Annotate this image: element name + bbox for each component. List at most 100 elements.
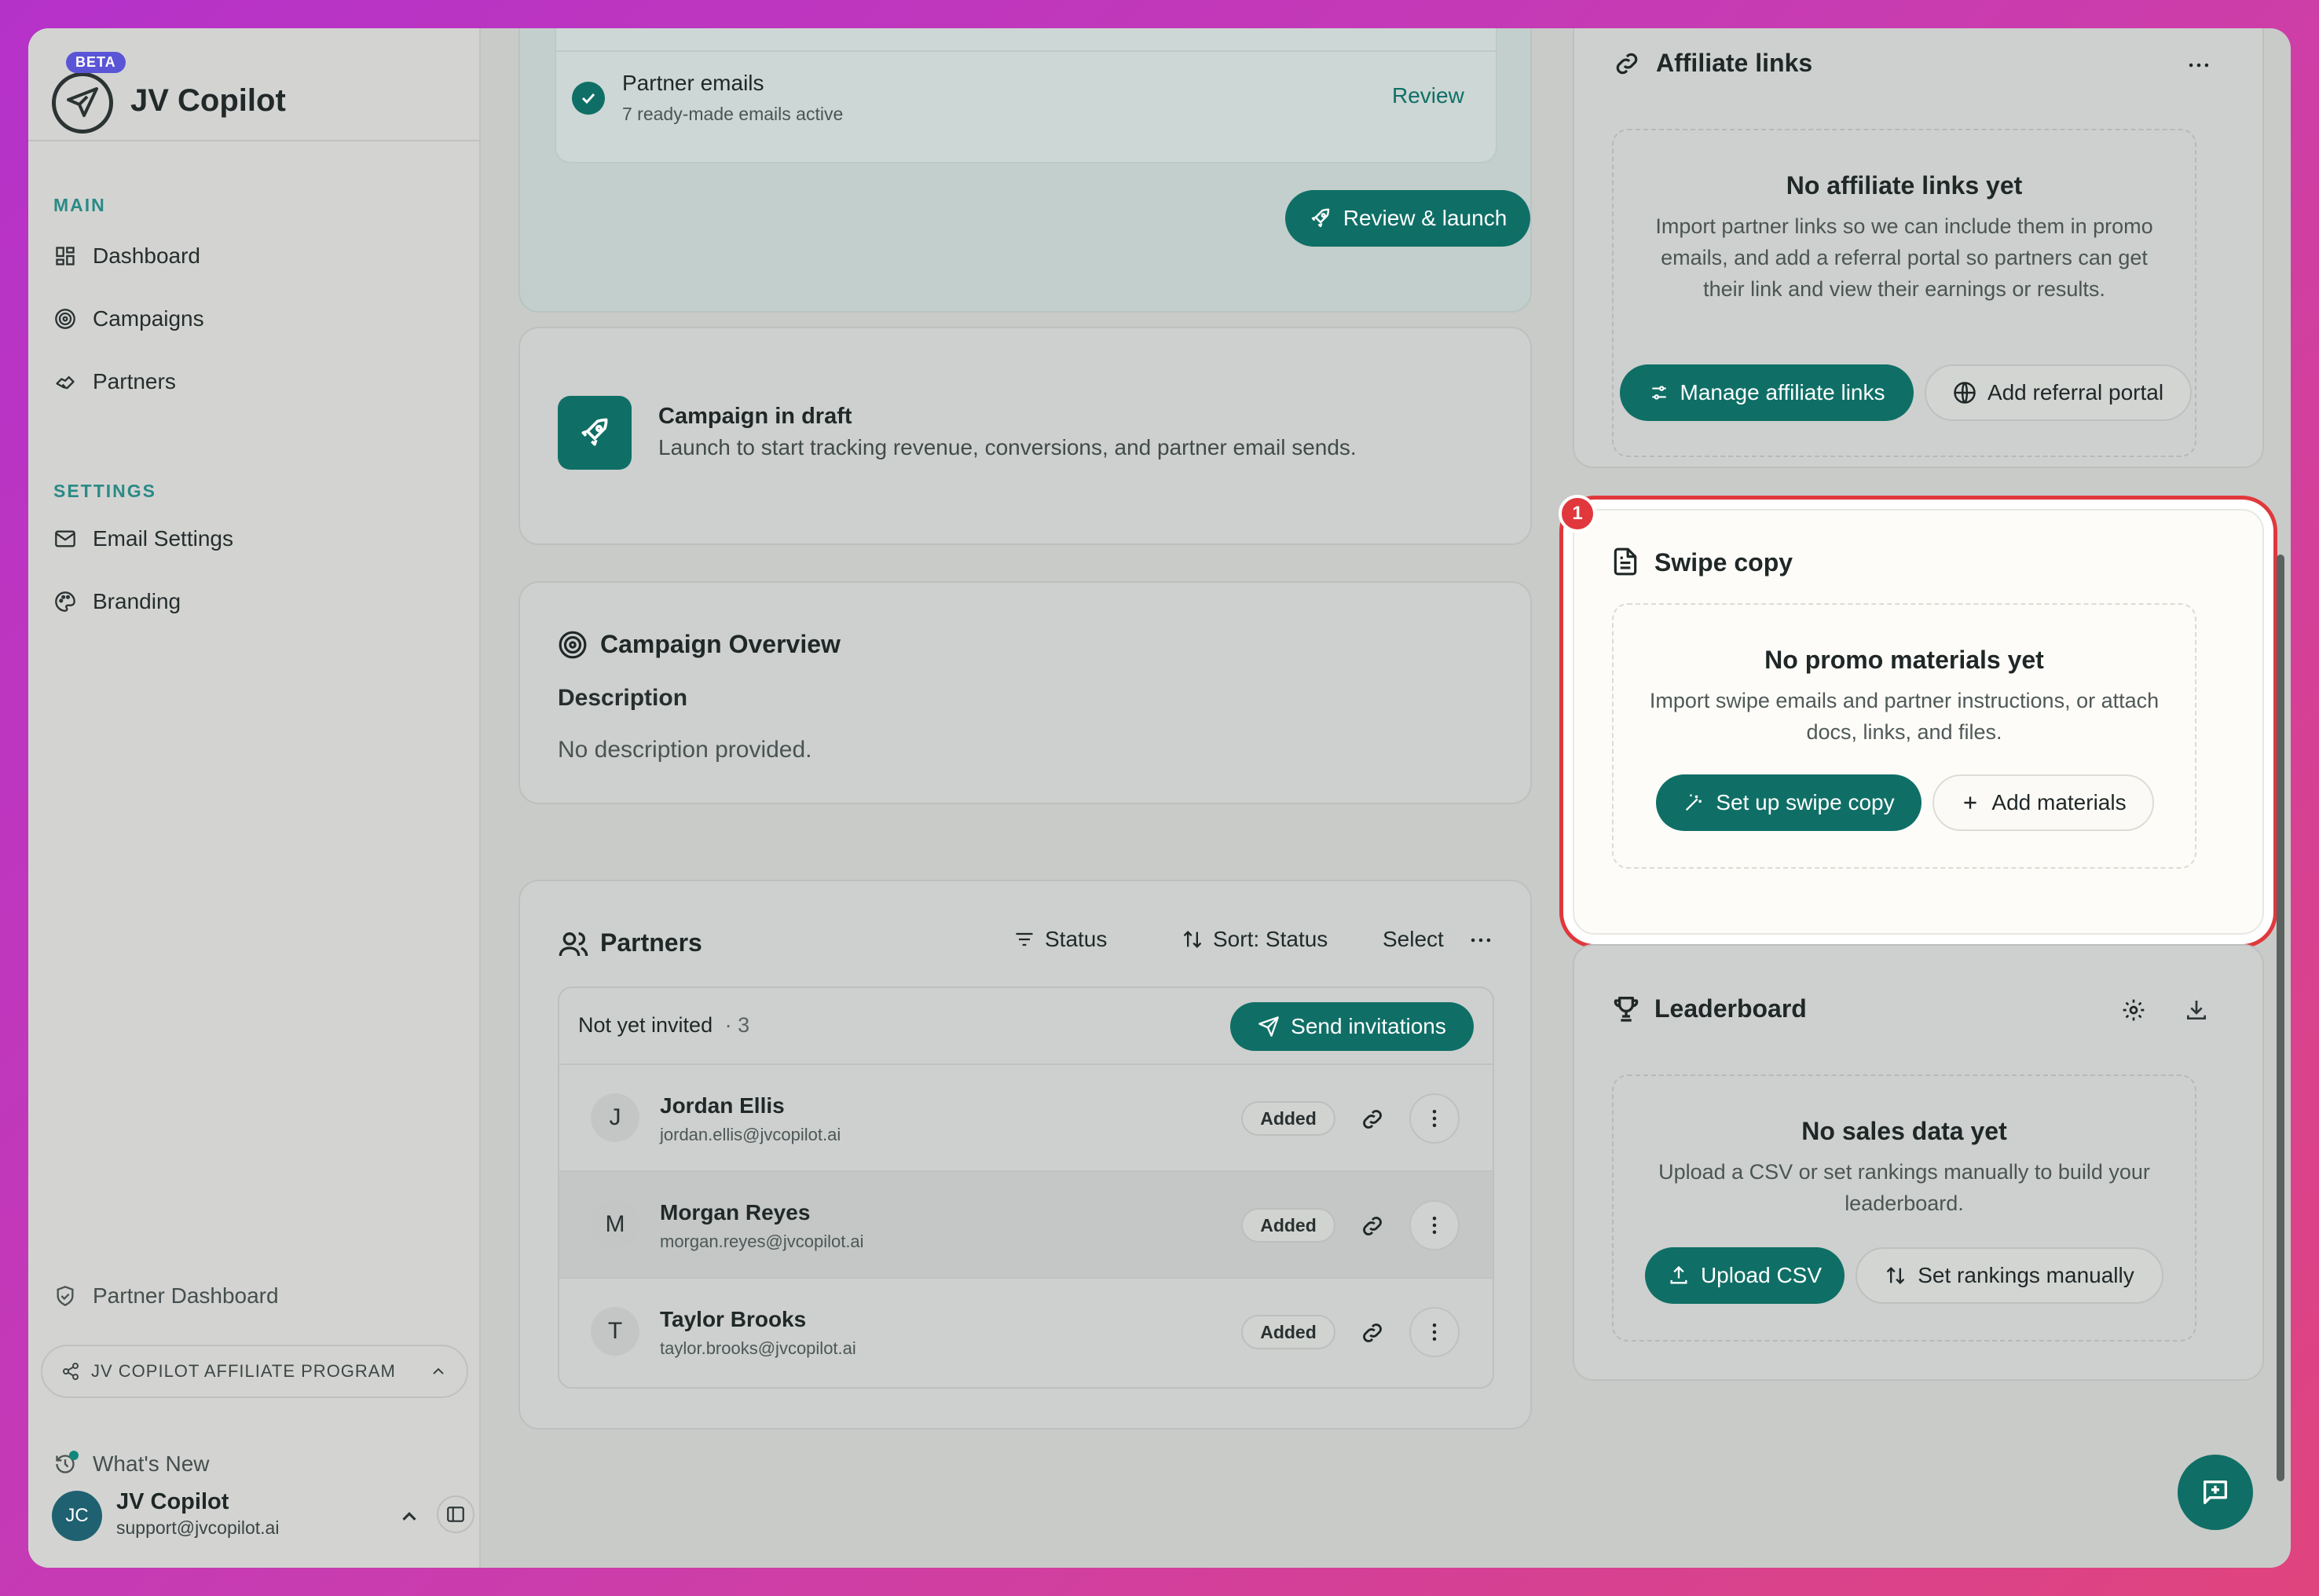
sidebar-item-label: Campaigns — [93, 306, 204, 331]
more-horizontal-icon[interactable] — [2185, 52, 2212, 82]
user-name: JV Copilot — [116, 1489, 229, 1514]
users-icon — [558, 928, 589, 964]
affiliate-program-label: JV COPILOT AFFILIATE PROGRAM — [91, 1361, 396, 1381]
link-icon[interactable] — [1359, 1106, 1386, 1137]
filter-icon — [1013, 928, 1035, 950]
share-icon — [61, 1362, 80, 1381]
handshake-icon — [52, 368, 79, 395]
set-rankings-manually-label: Set rankings manually — [1918, 1263, 2134, 1287]
row-menu-button[interactable] — [1409, 1307, 1460, 1357]
select-button[interactable]: Select — [1383, 927, 1444, 952]
description-label: Description — [558, 685, 688, 711]
section-label-settings: SETTINGS — [53, 481, 157, 501]
status-filter-label: Status — [1045, 927, 1108, 951]
section-label-main: MAIN — [53, 195, 106, 215]
row-menu-button[interactable] — [1409, 1093, 1460, 1144]
sort-button[interactable]: Sort: Status — [1181, 927, 1328, 952]
review-launch-label: Review & launch — [1343, 206, 1508, 230]
sidebar-item-whats-new[interactable]: What's New — [52, 1439, 460, 1489]
partner-email: taylor.brooks@jvcopilot.ai — [660, 1338, 856, 1358]
add-referral-portal-button[interactable]: Add referral portal — [1925, 364, 2192, 421]
status-badge: Added — [1241, 1315, 1335, 1349]
sort-icon — [1181, 928, 1203, 950]
draft-subtitle: Launch to start tracking revenue, conver… — [658, 435, 1357, 459]
more-vertical-icon — [1423, 1213, 1446, 1237]
history-icon — [52, 1451, 79, 1477]
dashboard-icon — [52, 243, 79, 269]
more-vertical-icon — [1423, 1107, 1446, 1130]
empty-title: No affiliate links yet — [1786, 171, 2023, 200]
table-row[interactable]: J Jordan Ellis jordan.ellis@jvcopilot.ai… — [559, 1063, 1493, 1170]
magic-wand-icon — [1683, 792, 1705, 814]
sidebar-item-email-settings[interactable]: Email Settings — [52, 514, 460, 564]
add-materials-label: Add materials — [1991, 790, 2127, 814]
affiliate-links-title: Affiliate links — [1656, 49, 1813, 77]
gear-icon[interactable] — [2121, 998, 2146, 1027]
upload-csv-button[interactable]: Upload CSV — [1645, 1247, 1845, 1304]
add-materials-button[interactable]: Add materials — [1932, 774, 2154, 831]
swipe-copy-title: Swipe copy — [1654, 548, 1793, 577]
table-row[interactable]: T Taylor Brooks taylor.brooks@jvcopilot.… — [559, 1277, 1493, 1384]
avatar: M — [591, 1200, 639, 1249]
sidebar-item-partner-dashboard[interactable]: Partner Dashboard — [52, 1271, 460, 1321]
partner-name: Jordan Ellis — [660, 1093, 785, 1118]
paper-plane-logo-icon — [52, 72, 113, 134]
affiliate-empty-state: No affiliate links yet Import partner li… — [1612, 129, 2196, 457]
leaderboard-title: Leaderboard — [1654, 994, 1807, 1023]
send-invitations-button[interactable]: Send invitations — [1230, 1002, 1474, 1051]
set-up-swipe-copy-button[interactable]: Set up swipe copy — [1656, 774, 1922, 831]
leaderboard-card: Leaderboard No sales data yet Upload a C… — [1573, 944, 2264, 1381]
beta-badge: BETA — [66, 52, 126, 73]
avatar: T — [591, 1307, 639, 1356]
empty-title: No promo materials yet — [1764, 646, 2044, 674]
link-icon[interactable] — [1359, 1320, 1386, 1350]
empty-description: Import partner links so we can include t… — [1655, 214, 2153, 301]
handshake-shield-icon — [52, 1283, 79, 1309]
globe-icon — [1953, 381, 1976, 404]
table-row[interactable]: M Morgan Reyes morgan.reyes@jvcopilot.ai… — [559, 1170, 1493, 1277]
chat-button[interactable] — [2178, 1455, 2253, 1530]
sidebar-item-label: Email Settings — [93, 526, 233, 551]
description-value: No description provided. — [558, 737, 812, 763]
avatar: J — [591, 1093, 639, 1142]
partners-table: Not yet invited · 3 Send invitations J J… — [558, 987, 1494, 1389]
checklist-box: Partner emails 7 ready-made emails activ… — [555, 28, 1497, 163]
partners-title: Partners — [600, 928, 702, 957]
divider — [556, 50, 1496, 52]
brand[interactable]: BETA JV Copilot — [52, 47, 460, 134]
download-icon[interactable] — [2184, 998, 2209, 1027]
more-horizontal-icon[interactable] — [1467, 927, 1494, 957]
upload-icon — [1668, 1265, 1690, 1287]
overview-title: Campaign Overview — [600, 630, 841, 658]
sidebar-item-label: Partner Dashboard — [93, 1283, 279, 1308]
chevron-up-icon[interactable] — [397, 1505, 421, 1532]
review-launch-button[interactable]: Review & launch — [1285, 190, 1530, 247]
sliders-icon — [1649, 383, 1669, 403]
sidebar-item-branding[interactable]: Branding — [52, 577, 460, 627]
set-rankings-manually-button[interactable]: Set rankings manually — [1856, 1247, 2163, 1304]
link-icon[interactable] — [1359, 1213, 1386, 1243]
affiliate-program-switcher[interactable]: JV COPILOT AFFILIATE PROGRAM — [41, 1345, 468, 1398]
sidebar-item-campaigns[interactable]: Campaigns — [52, 294, 460, 344]
sidebar-item-partners[interactable]: Partners — [52, 357, 460, 407]
scrollbar[interactable] — [2277, 555, 2284, 1481]
partner-email: morgan.reyes@jvcopilot.ai — [660, 1232, 864, 1251]
sidebar-toggle-icon[interactable] — [437, 1495, 474, 1533]
partner-name: Taylor Brooks — [660, 1307, 807, 1331]
avatar: JC — [52, 1491, 102, 1541]
palette-icon — [52, 588, 79, 615]
empty-description: Import swipe emails and partner instruct… — [1649, 689, 2160, 744]
manage-affiliate-links-label: Manage affiliate links — [1680, 380, 1885, 404]
target-icon — [558, 630, 588, 664]
user-menu[interactable]: JC JV Copilot support@jvcopilot.ai — [52, 1486, 474, 1549]
sidebar-item-dashboard[interactable]: Dashboard — [52, 231, 460, 281]
status-filter-button[interactable]: Status — [1013, 927, 1107, 952]
row-menu-button[interactable] — [1409, 1200, 1460, 1250]
launch-checklist-card: Partner emails 7 ready-made emails activ… — [518, 28, 1532, 313]
status-badge: Added — [1241, 1208, 1335, 1243]
sidebar: BETA JV Copilot MAIN Dashboard Campaigns… — [28, 28, 481, 1568]
manage-affiliate-links-button[interactable]: Manage affiliate links — [1620, 364, 1914, 421]
review-link[interactable]: Review — [1392, 83, 1464, 108]
group-label: Not yet invited · 3 — [578, 1013, 749, 1038]
status-badge: Added — [1241, 1101, 1335, 1136]
